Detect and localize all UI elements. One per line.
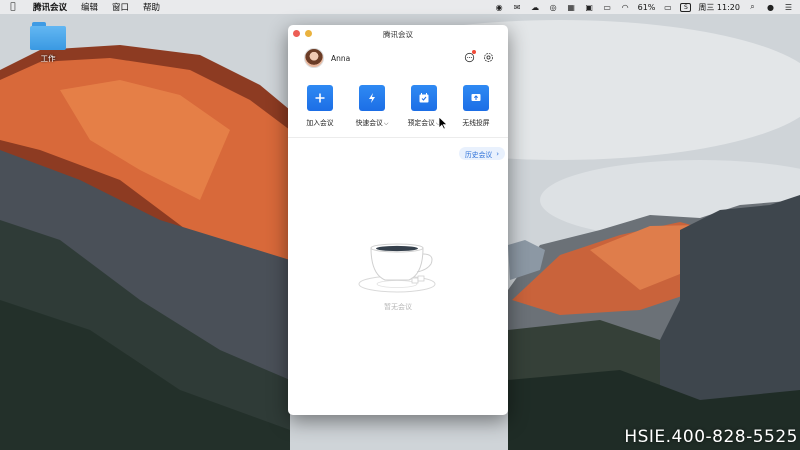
window-title: 腾讯会议 bbox=[383, 29, 413, 39]
minimize-button[interactable] bbox=[305, 30, 312, 37]
schedule-meeting-label: 预定会议 bbox=[407, 119, 435, 127]
quick-actions: 加入会议 快速会议⌵ 预定会议⌵ 无线投屏 bbox=[288, 73, 508, 128]
cloud-icon[interactable]: ☁ bbox=[530, 2, 541, 13]
keyboard-icon[interactable]: ▣ bbox=[584, 2, 595, 13]
eye-icon[interactable]: ◎ bbox=[548, 2, 559, 13]
screen-cast-button[interactable]: 无线投屏 bbox=[451, 85, 501, 128]
menu-app-name[interactable]: 腾讯会议 bbox=[26, 1, 74, 13]
siri-icon[interactable]: ● bbox=[765, 2, 776, 13]
watermark: HSIE.400-828-5525 bbox=[624, 427, 798, 447]
coffee-cup-icon bbox=[358, 243, 436, 293]
record-icon[interactable]: ◉ bbox=[494, 2, 505, 13]
section-divider bbox=[288, 137, 508, 138]
empty-state: 暂无会议 bbox=[288, 240, 508, 312]
status-area: ◉ ✉ ☁ ◎ ▦ ▣ ▭ ◠ 61% ▭ S 周三 11:20 ⌕ ● ☰ bbox=[494, 0, 794, 14]
screen-cast-label: 无线投屏 bbox=[462, 119, 490, 127]
menu-bar:  腾讯会议 编辑 窗口 帮助 ◉ ✉ ☁ ◎ ▦ ▣ ▭ ◠ 61% ▭ S … bbox=[0, 0, 800, 14]
schedule-meeting-label-wrap: 预定会议⌵ bbox=[408, 117, 441, 128]
clock[interactable]: 周三 11:20 bbox=[698, 2, 740, 13]
input-method-indicator[interactable]: S bbox=[680, 2, 692, 12]
wifi-icon[interactable]: ◠ bbox=[620, 2, 631, 13]
join-meeting-label: 加入会议 bbox=[306, 119, 334, 127]
join-meeting-button[interactable]: 加入会议 bbox=[295, 85, 345, 128]
battery-percent: 61% bbox=[637, 2, 656, 12]
close-button[interactable] bbox=[293, 30, 300, 37]
chevron-right-icon: › bbox=[496, 149, 499, 158]
screen-cast-icon bbox=[463, 85, 489, 111]
menu-window[interactable]: 窗口 bbox=[105, 1, 136, 13]
quick-meeting-label: 快速会议 bbox=[355, 119, 383, 127]
quick-meeting-label-wrap: 快速会议⌵ bbox=[356, 117, 389, 128]
desktop-folder[interactable]: 工作 bbox=[28, 22, 68, 64]
history-meetings-button[interactable]: 历史会议 › bbox=[459, 147, 505, 160]
quick-meeting-button[interactable]: 快速会议⌵ bbox=[347, 85, 397, 128]
notification-center-icon[interactable]: ☰ bbox=[783, 2, 794, 13]
wechat-icon[interactable]: ✉ bbox=[512, 2, 523, 13]
calendar-icon bbox=[411, 85, 437, 111]
tencent-meeting-window: 腾讯会议 Anna 加入会议 快速会议⌵ 预定会议⌵ 无线投屏 历史会议 › 暂… bbox=[288, 25, 508, 415]
history-meetings-label: 历史会议 bbox=[465, 150, 493, 159]
settings-button[interactable] bbox=[482, 51, 494, 63]
airplay-icon[interactable]: ▭ bbox=[602, 2, 613, 13]
avatar[interactable] bbox=[304, 48, 324, 68]
grid-icon[interactable]: ▦ bbox=[566, 2, 577, 13]
battery-icon[interactable]: ▭ bbox=[662, 2, 673, 13]
menu-help[interactable]: 帮助 bbox=[136, 1, 167, 13]
gear-icon bbox=[483, 52, 493, 62]
plus-icon bbox=[307, 85, 333, 111]
user-name[interactable]: Anna bbox=[331, 54, 350, 63]
notification-dot bbox=[472, 50, 476, 54]
window-controls bbox=[293, 30, 312, 37]
lightning-icon bbox=[359, 85, 385, 111]
title-bar[interactable]: 腾讯会议 bbox=[288, 25, 508, 43]
folder-icon bbox=[30, 22, 66, 50]
header-actions bbox=[463, 50, 494, 63]
empty-state-text: 暂无会议 bbox=[384, 303, 412, 311]
messages-button[interactable] bbox=[463, 50, 476, 63]
mouse-pointer-icon bbox=[438, 116, 448, 130]
apple-icon[interactable]:  bbox=[0, 2, 26, 12]
search-icon[interactable]: ⌕ bbox=[747, 2, 758, 13]
folder-label: 工作 bbox=[40, 54, 56, 63]
menu-edit[interactable]: 编辑 bbox=[74, 1, 105, 13]
user-header: Anna bbox=[288, 43, 508, 73]
chevron-down-icon[interactable]: ⌵ bbox=[384, 120, 389, 127]
